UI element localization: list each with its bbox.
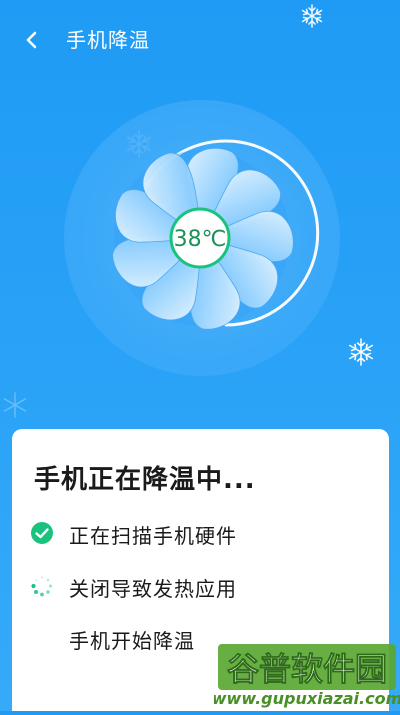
step-scan-hardware: 正在扫描手机硬件	[30, 518, 370, 548]
watermark-brand: 谷普软件园	[227, 650, 387, 688]
panel-title: 手机正在降温中...	[34, 465, 256, 495]
loading-spinner-icon	[31, 576, 52, 597]
watermark: 谷普软件园 www.gupuxiazai.com	[212, 640, 400, 711]
step-label: 手机开始降温	[69, 629, 195, 653]
watermark-url: www.gupuxiazai.com	[214, 689, 400, 708]
cooling-fan: 38℃	[64, 100, 340, 376]
step-label: 正在扫描手机硬件	[69, 524, 237, 548]
temperature-label: 38℃	[174, 227, 227, 252]
step-close-apps: 关闭导致发热应用	[30, 571, 370, 601]
check-circle-icon	[31, 522, 53, 544]
step-label: 关闭导致发热应用	[69, 577, 237, 601]
